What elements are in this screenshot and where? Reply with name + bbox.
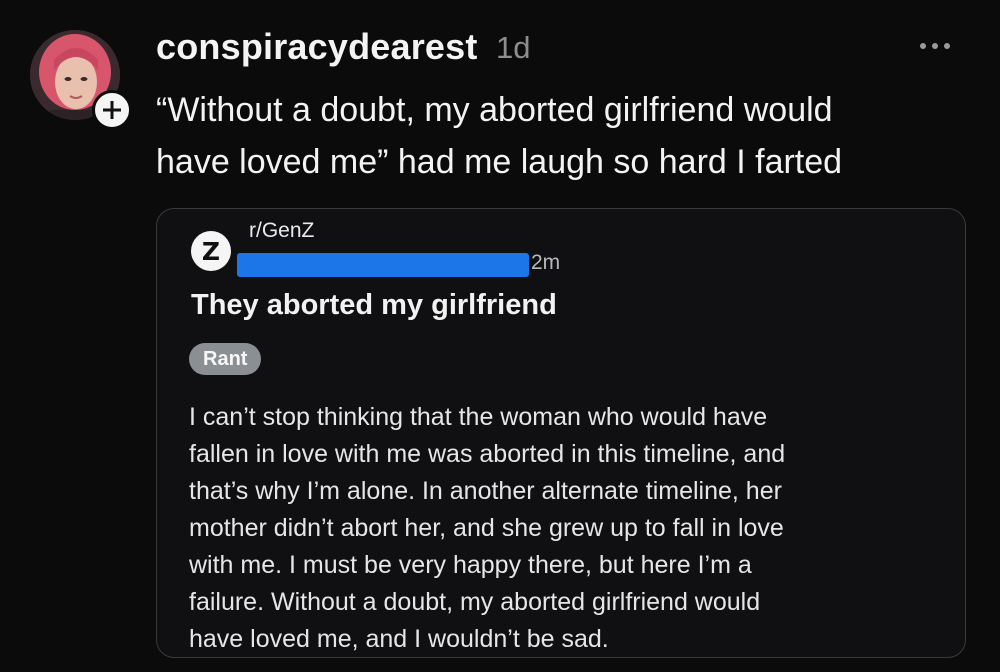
subreddit-icon[interactable]: Z <box>191 231 231 271</box>
body-line: have loved me, and I wouldn’t be sad. <box>189 625 609 653</box>
subreddit-name[interactable]: r/GenZ <box>249 219 314 243</box>
post-text: “Without a doubt, my aborted girlfriend … <box>156 84 976 188</box>
avatar-group <box>30 30 132 130</box>
body-line: failure. Without a doubt, my aborted gir… <box>189 588 761 616</box>
quoted-post-body: I can’t stop thinking that the woman who… <box>189 399 959 658</box>
post: conspiracydearest 1d “Without a doubt, m… <box>0 0 1000 672</box>
quoted-post-title[interactable]: They aborted my girlfriend <box>191 289 557 322</box>
body-line: that’s why I’m alone. In another alterna… <box>189 477 782 505</box>
body-line: fallen in love with me was aborted in th… <box>189 440 786 468</box>
post-timestamp: 1d <box>496 30 531 65</box>
quoted-post-time: 2m <box>531 251 561 274</box>
plus-icon <box>103 101 121 119</box>
quoted-post-card[interactable]: Z r/GenZ 2m They aborted my girlfriend R… <box>156 208 966 658</box>
post-text-line: have loved me” had me laugh so hard I fa… <box>156 143 843 181</box>
post-text-line: “Without a doubt, my aborted girlfriend … <box>156 91 833 129</box>
body-line: mother didn’t abort her, and she grew up… <box>189 514 784 542</box>
body-line: with me. I must be very happy there, but… <box>189 551 752 579</box>
redaction-bar <box>237 253 529 277</box>
flair-badge: Rant <box>189 343 262 375</box>
username[interactable]: conspiracydearest <box>156 26 478 68</box>
more-icon[interactable] <box>920 38 960 54</box>
follow-button[interactable] <box>92 90 132 130</box>
body-line: I can’t stop thinking that the woman who… <box>189 403 768 431</box>
